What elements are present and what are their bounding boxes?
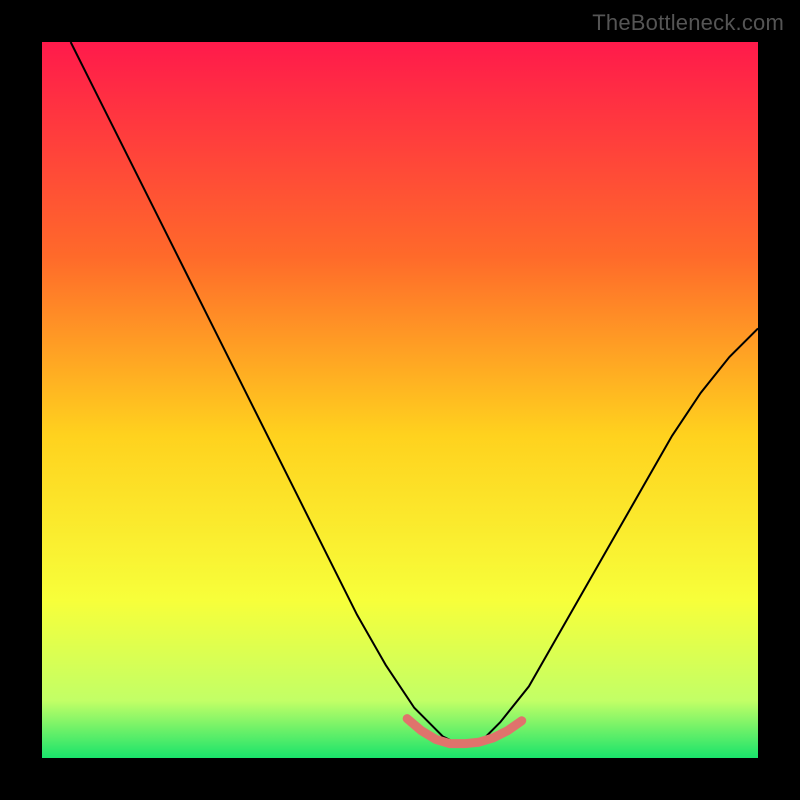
chart-frame: TheBottleneck.com [0, 0, 800, 800]
watermark-text: TheBottleneck.com [592, 10, 784, 36]
plot-area [42, 42, 758, 758]
gradient-background [42, 42, 758, 758]
chart-canvas [42, 42, 758, 758]
